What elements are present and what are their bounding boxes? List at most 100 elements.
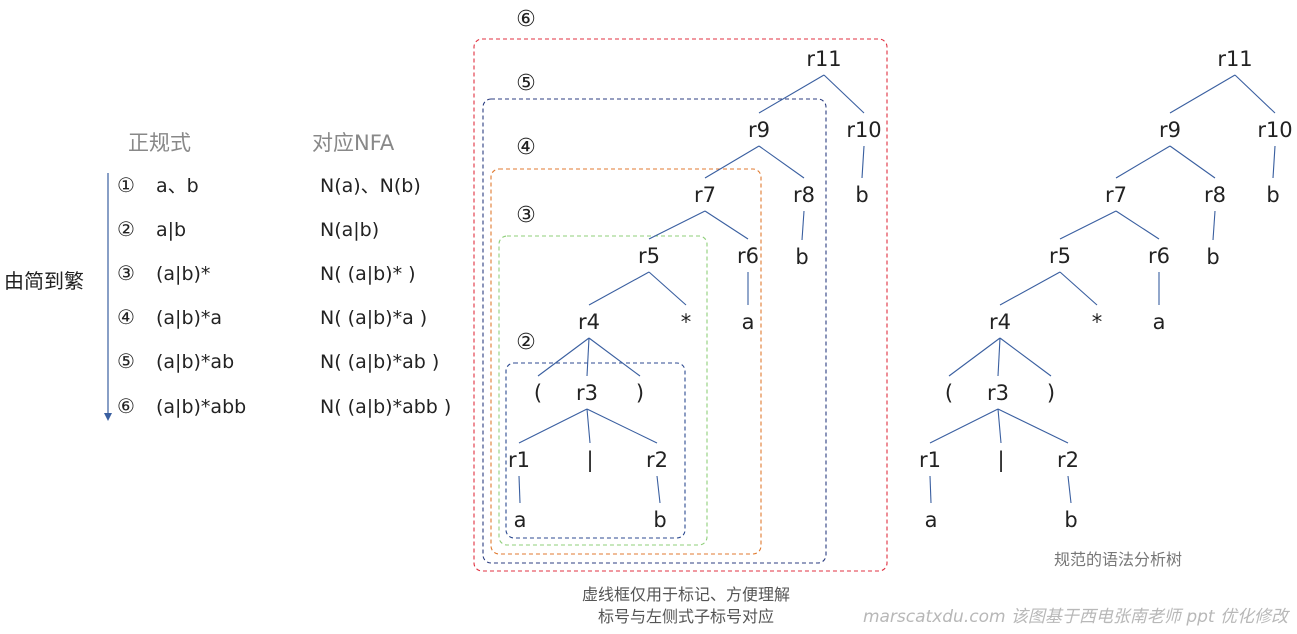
tree-node-a1: a <box>925 508 938 532</box>
tree-node-b8: b <box>795 245 808 269</box>
tree-node-rp: ) <box>1047 381 1055 405</box>
scope-box-label: ② <box>516 330 536 355</box>
watermark: marscatxdu.com 该图基于西电张南老师 ppt 优化修改 <box>863 607 1290 627</box>
row-regex: a、b <box>156 175 199 197</box>
tree-edge <box>999 271 1061 306</box>
tree-edge <box>929 408 999 444</box>
tree-edge <box>586 408 658 444</box>
tree-node-r1: r1 <box>919 448 941 472</box>
tree-node-star: * <box>1092 310 1103 334</box>
scope-box-label: ⑤ <box>516 71 536 96</box>
tree-edge <box>948 337 1001 377</box>
tree-edge <box>999 337 1052 377</box>
scope-box-label: ③ <box>516 203 536 228</box>
tree-node-lp: ( <box>945 381 953 405</box>
row-regex: (a|b)*ab <box>156 351 234 373</box>
tree-node-r7: r7 <box>1105 183 1127 207</box>
regex-table: 正规式 对应NFA 由简到繁 ① a、b N(a)、N(b) ② a|b N(a|b) ③ (… <box>4 131 451 421</box>
scope-box <box>498 235 708 546</box>
tree-edge <box>518 408 588 444</box>
tree-edge <box>997 337 1001 377</box>
tree-node-bar: | <box>586 448 593 473</box>
row-number: ⑤ <box>117 349 135 373</box>
box-note-line-2: 标号与左侧式子标号对应 <box>598 607 774 626</box>
scope-box-label: ④ <box>516 135 536 160</box>
tree-node-star: * <box>681 310 692 334</box>
tree-node-a6: a <box>742 310 755 334</box>
tree-node-b2: b <box>1064 508 1077 532</box>
row-regex: (a|b)*a <box>156 307 222 329</box>
tree-edge <box>929 475 932 504</box>
tree-node-r9: r9 <box>1159 118 1181 142</box>
tree-node-a1: a <box>514 508 527 532</box>
row-regex: (a|b)*abb <box>156 396 246 418</box>
row-nfa: N( (a|b)* ) <box>320 263 416 285</box>
tree-edge <box>518 475 521 504</box>
tree-edge <box>648 271 687 306</box>
tree-edge <box>1059 271 1098 306</box>
tree-edge <box>758 74 825 114</box>
tree-edge <box>537 337 590 377</box>
row-number: ④ <box>117 305 135 329</box>
tree-node-r5: r5 <box>1049 244 1071 268</box>
scope-box <box>473 38 888 572</box>
box-note-line-1: 虚线框仅用于标记、方便理解 <box>582 585 790 604</box>
row-number: ③ <box>117 261 135 285</box>
tree-edge <box>1067 475 1072 504</box>
tree-node-r9: r9 <box>748 118 770 142</box>
tree-node-r10: r10 <box>1257 118 1292 142</box>
tree-edge <box>758 145 805 179</box>
tree-edge <box>1059 210 1117 240</box>
tree-node-r3: r3 <box>987 381 1009 405</box>
tree-node-r7: r7 <box>694 183 716 207</box>
tree-node-r2: r2 <box>646 448 668 472</box>
tree-node-r5: r5 <box>638 244 660 268</box>
col-header-regex: 正规式 <box>128 131 191 155</box>
tree-node-r4: r4 <box>578 310 600 334</box>
tree-edge <box>1272 145 1276 179</box>
tree-edge <box>1234 74 1276 114</box>
tree-edge <box>823 74 865 114</box>
tree-node-a6: a <box>1153 310 1166 334</box>
regex-rows: ① a、b N(a)、N(b) ② a|b N(a|b) ③ (a|b)* N( (a|b)* … <box>117 173 451 418</box>
tree-edge <box>588 271 650 306</box>
tree-node-r2: r2 <box>1057 448 1079 472</box>
tree-node-b2: b <box>653 508 666 532</box>
row-regex: a|b <box>156 219 186 241</box>
row-nfa: N(a|b) <box>320 219 379 241</box>
side-label: 由简到繁 <box>4 269 84 293</box>
scope-box-label: ⑥ <box>516 7 536 32</box>
row-nfa: N(a)、N(b) <box>320 175 421 197</box>
tree-node-r11: r11 <box>1217 47 1252 71</box>
row-number: ① <box>117 173 135 197</box>
tree-edge <box>1169 74 1236 114</box>
tree-node-rp: ) <box>636 381 644 405</box>
row-nfa: N( (a|b)*a ) <box>320 307 427 329</box>
canonical-parse-tree: r11 r9 r10 r7 r8 b r5 r6 b r4 * a (r3) r1 | r2 a b <box>919 47 1293 532</box>
tree-node-b10: b <box>855 183 868 207</box>
tree-edge <box>588 337 641 377</box>
tree-node-lp: ( <box>534 381 542 405</box>
tree-edge <box>586 408 591 444</box>
tree-edge <box>1115 210 1160 240</box>
tree-node-r6: r6 <box>1148 244 1170 268</box>
row-nfa: N( (a|b)*ab ) <box>320 351 439 373</box>
tree-edge <box>801 210 805 241</box>
tree-node-r4: r4 <box>989 310 1011 334</box>
progression-arrow-head <box>104 413 112 421</box>
tree-node-r8: r8 <box>793 183 815 207</box>
tree-node-r8: r8 <box>1204 183 1226 207</box>
tree-title: 规范的语法分析树 <box>1054 550 1182 569</box>
tree-edge <box>648 210 706 240</box>
row-number: ② <box>117 217 135 241</box>
tree-node-bar: | <box>997 448 1004 473</box>
tree-node-r6: r6 <box>737 244 759 268</box>
tree-node-r11: r11 <box>806 47 841 71</box>
row-regex: (a|b)* <box>156 263 210 285</box>
tree-edge <box>656 475 661 504</box>
tree-edge <box>1115 145 1171 179</box>
tree-edge <box>1169 145 1216 179</box>
tree-node-r10: r10 <box>846 118 881 142</box>
row-nfa: N( (a|b)*abb ) <box>320 396 451 418</box>
tree-edge <box>704 210 749 240</box>
